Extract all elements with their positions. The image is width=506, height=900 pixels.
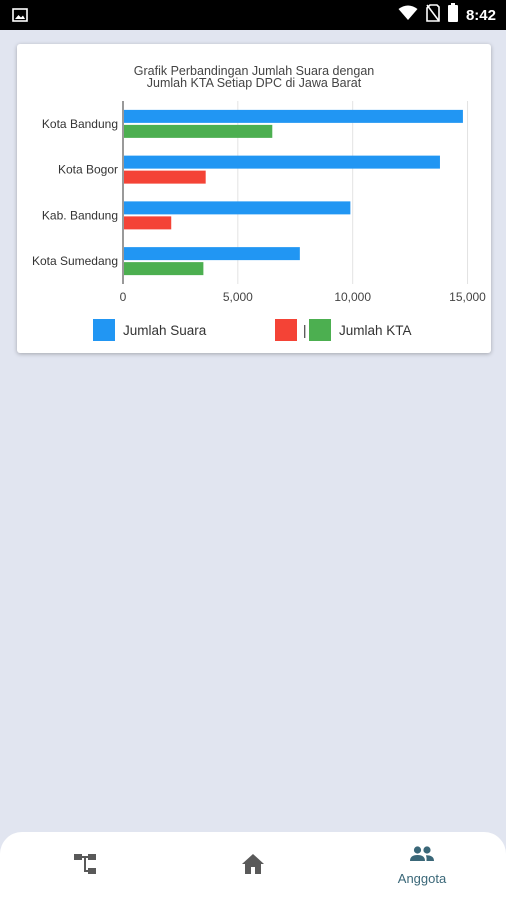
x-tick-label: 15,000 <box>449 290 486 304</box>
nav-home[interactable] <box>220 832 286 900</box>
category-label: Kab. Bandung <box>42 208 118 222</box>
clock: 8:42 <box>465 6 496 24</box>
legend-label: Jumlah KTA <box>339 323 412 338</box>
bar-jumlah-kta <box>124 170 206 184</box>
x-tick-label: 0 <box>120 290 127 304</box>
x-tick-label: 10,000 <box>334 290 371 304</box>
category-label: Kota Sumedang <box>32 254 118 268</box>
bar-jumlah-kta <box>124 262 204 276</box>
nav-anggota[interactable]: Anggota <box>384 832 460 900</box>
battery-icon <box>447 3 458 27</box>
image-icon <box>12 7 28 28</box>
x-tick-label: 5,000 <box>223 290 253 304</box>
category-label: Kota Bogor <box>58 163 118 177</box>
legend-swatch <box>93 319 115 341</box>
bar-jumlah-suara <box>124 201 351 215</box>
bar-jumlah-suara <box>124 155 440 169</box>
legend-swatch <box>309 319 331 341</box>
nav-anggota-label: Anggota <box>397 871 447 886</box>
status-bar: 8:42 <box>0 0 506 30</box>
bar-jumlah-suara <box>124 109 463 123</box>
people-icon <box>409 846 435 867</box>
bar-jumlah-suara <box>124 247 300 261</box>
nav-hierarchy[interactable] <box>52 832 118 900</box>
legend-label: Jumlah Suara <box>123 323 207 338</box>
home-icon <box>241 853 265 880</box>
wifi-icon <box>398 5 418 26</box>
category-label: Kota Bandung <box>42 117 118 131</box>
chart-title-line: Jumlah KTA Setiap DPC di Jawa Barat <box>147 76 362 90</box>
bar-jumlah-kta <box>124 124 273 138</box>
bar-chart: Grafik Perbandingan Jumlah Suara denganJ… <box>32 64 486 341</box>
hierarchy-icon <box>73 853 97 880</box>
legend-swatch <box>275 319 297 341</box>
bar-jumlah-kta <box>124 216 172 230</box>
bottom-nav: Anggota <box>0 832 506 900</box>
chart-card: Grafik Perbandingan Jumlah Suara dengan J… <box>17 44 491 353</box>
legend-label: | <box>303 323 307 338</box>
no-sim-icon <box>426 3 440 27</box>
